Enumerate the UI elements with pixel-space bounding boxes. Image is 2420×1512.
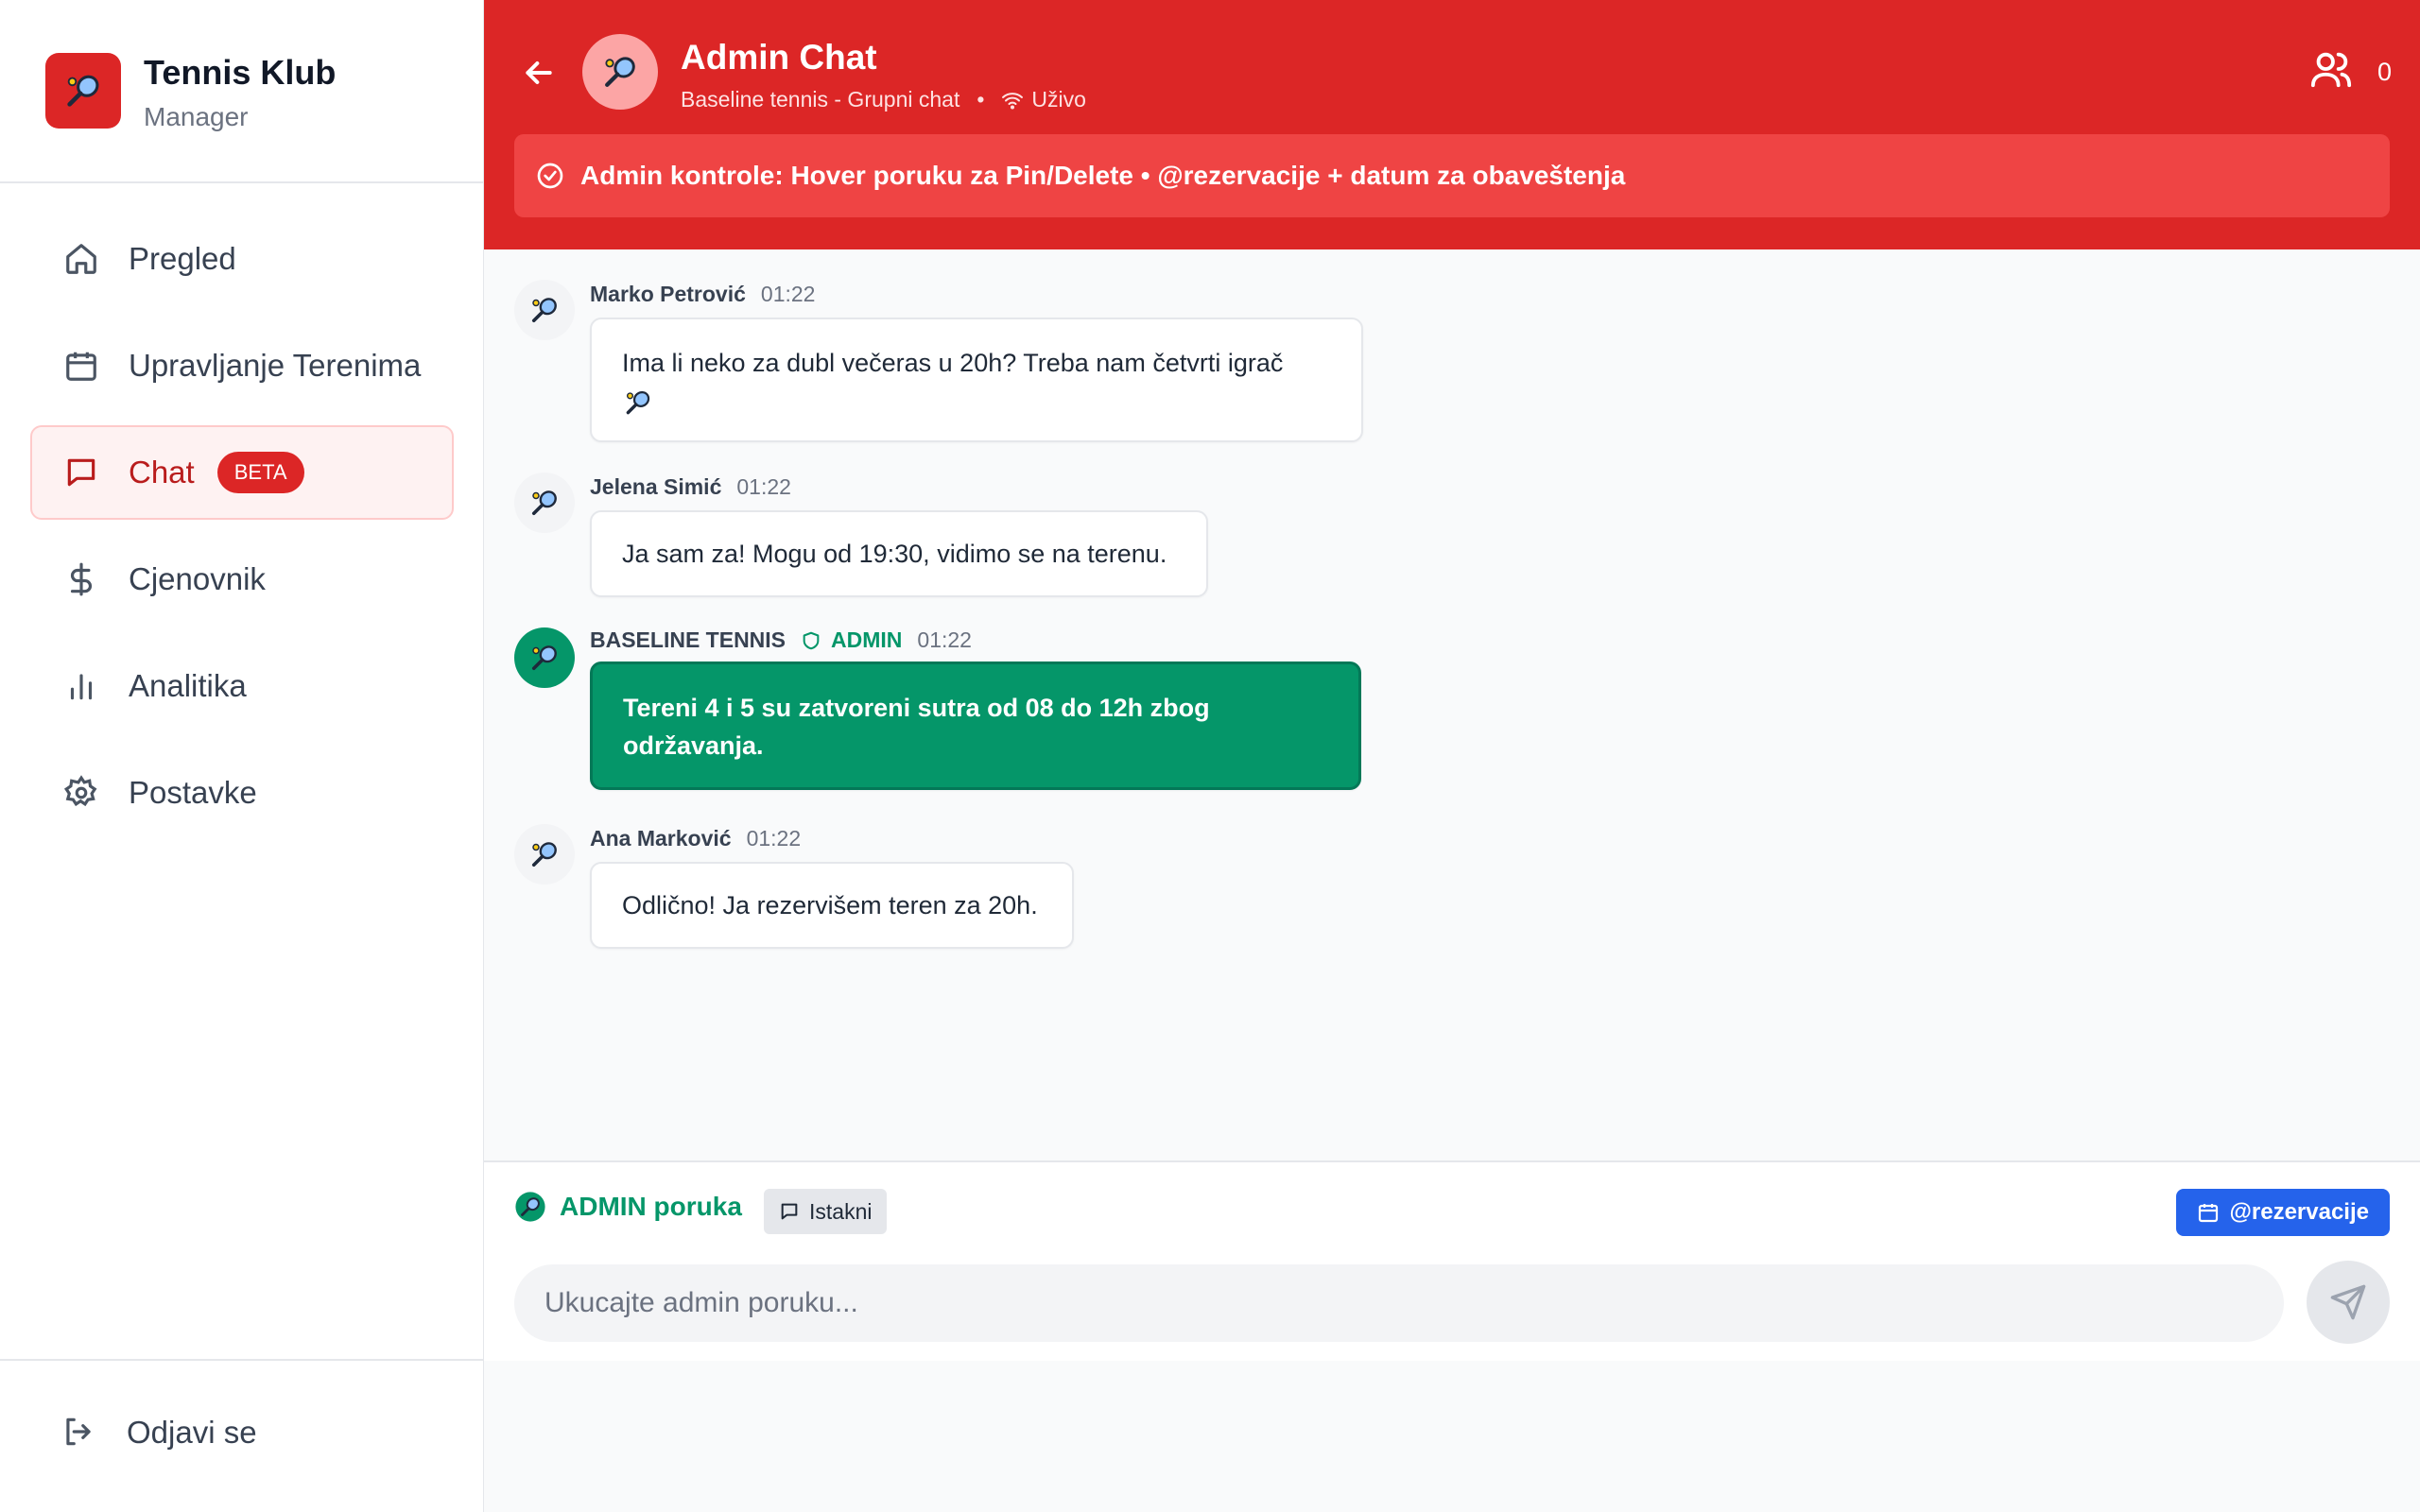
sidebar-item-tereni[interactable]: Upravljanje Terenima bbox=[30, 318, 454, 413]
message-time: 01:22 bbox=[736, 474, 791, 499]
message-text: Tereni 4 i 5 su zatvoreni sutra od 08 do… bbox=[623, 694, 1210, 760]
bar-chart-icon bbox=[62, 667, 100, 705]
sidebar-nav: Pregled Upravljanje Terenima Chat BETA C… bbox=[30, 212, 454, 852]
brand-title: Tennis Klub bbox=[144, 53, 337, 92]
logout-button[interactable]: Odjavi se bbox=[60, 1414, 257, 1452]
page-title: Admin Chat bbox=[681, 38, 877, 77]
message-author: BASELINE TENNIS bbox=[590, 627, 786, 652]
sidebar-item-label: Pregled bbox=[129, 241, 236, 276]
message-meta: Jelena Simić 01:22 bbox=[590, 474, 791, 500]
sidebar-item-postavke[interactable]: Postavke bbox=[30, 746, 454, 840]
reservations-label: @rezervacije bbox=[2229, 1199, 2369, 1225]
avatar bbox=[514, 627, 575, 688]
tennis-racket-icon bbox=[531, 490, 557, 516]
sidebar-item-label: Upravljanje Terenima bbox=[129, 348, 422, 383]
message-bubble-admin[interactable]: Tereni 4 i 5 su zatvoreni sutra od 08 do… bbox=[590, 662, 1361, 790]
shield-icon bbox=[803, 631, 820, 649]
avatar bbox=[514, 280, 575, 340]
sidebar-item-cjenovnik[interactable]: Cjenovnik bbox=[30, 532, 454, 627]
gear-icon bbox=[62, 774, 100, 812]
tennis-racket-icon bbox=[531, 645, 557, 671]
message-meta: BASELINE TENNIS ADMIN 01:22 bbox=[590, 627, 972, 653]
sidebar-item-pregled[interactable]: Pregled bbox=[30, 212, 454, 306]
calendar-icon bbox=[62, 347, 100, 385]
message-text: Ja sam za! Mogu od 19:30, vidimo se na t… bbox=[622, 540, 1167, 568]
tennis-racket-icon bbox=[605, 57, 635, 87]
member-count: 0 bbox=[2377, 58, 2392, 86]
sidebar-item-analitika[interactable]: Analitika bbox=[30, 639, 454, 733]
chat-header: Admin Chat Baseline tennis - Grupni chat… bbox=[484, 0, 2420, 249]
admin-banner-text: Admin kontrole: Hover poruku za Pin/Dele… bbox=[580, 161, 1626, 190]
dollar-icon bbox=[62, 560, 100, 598]
message-meta: Ana Marković 01:22 bbox=[590, 826, 801, 851]
sidebar-item-chat[interactable]: Chat BETA bbox=[30, 425, 454, 520]
message-text: Ima li neko za dubl večeras u 20h? Treba… bbox=[622, 349, 1284, 377]
message-bubble[interactable]: Ja sam za! Mogu od 19:30, vidimo se na t… bbox=[590, 510, 1208, 597]
admin-tag: ADMIN bbox=[801, 627, 902, 653]
message-time: 01:22 bbox=[760, 282, 816, 306]
sidebar-item-label: Postavke bbox=[129, 775, 257, 810]
send-icon bbox=[2330, 1284, 2366, 1320]
chat-bubble-icon bbox=[779, 1201, 800, 1222]
message-time: 01:22 bbox=[917, 627, 972, 652]
message-bubble[interactable]: Ima li neko za dubl večeras u 20h? Treba… bbox=[590, 318, 1363, 442]
tennis-racket-icon bbox=[531, 842, 557, 868]
brand-subtitle: Manager bbox=[144, 102, 249, 131]
message-author: Ana Marković bbox=[590, 826, 732, 850]
sidebar-item-label: Analitika bbox=[129, 668, 247, 703]
sidebar: Tennis Klub Manager Pregled Upravljanje … bbox=[0, 0, 484, 1512]
members-button[interactable]: 0 bbox=[2309, 47, 2392, 97]
users-icon bbox=[2309, 47, 2353, 97]
check-circle-icon bbox=[535, 161, 565, 191]
message-bubble[interactable]: Odlično! Ja rezervišem teren za 20h. bbox=[590, 862, 1074, 949]
message-text: Odlično! Ja rezervišem teren za 20h. bbox=[622, 891, 1038, 919]
tennis-racket-icon bbox=[45, 53, 121, 129]
message-input[interactable] bbox=[514, 1264, 2284, 1342]
sidebar-item-label: Chat bbox=[129, 455, 195, 490]
arrow-left-icon bbox=[526, 61, 552, 84]
chat-subtitle: Baseline tennis - Grupni chat • Uživo bbox=[681, 87, 1086, 112]
tennis-racket-icon bbox=[531, 298, 557, 323]
brand: Tennis Klub Manager bbox=[0, 0, 483, 183]
logout-icon bbox=[60, 1414, 98, 1452]
home-icon bbox=[62, 240, 100, 278]
logout-section: Odjavi se bbox=[0, 1359, 484, 1512]
reservations-mention-button[interactable]: @rezervacije bbox=[2176, 1189, 2390, 1236]
admin-mode-indicator: ADMIN poruka bbox=[514, 1191, 742, 1223]
back-button[interactable] bbox=[512, 49, 565, 96]
chat-avatar bbox=[582, 34, 658, 110]
admin-controls-banner: Admin kontrole: Hover poruku za Pin/Dele… bbox=[514, 134, 2390, 217]
tennis-racket-icon bbox=[626, 390, 650, 415]
highlight-label: Istakni bbox=[809, 1198, 873, 1224]
message-author: Jelena Simić bbox=[590, 474, 722, 499]
tennis-racket-icon bbox=[514, 1191, 546, 1223]
chat-group-name: Baseline tennis - Grupni chat bbox=[681, 87, 960, 112]
separator-dot: • bbox=[977, 87, 985, 112]
chat-bubble-icon bbox=[62, 454, 100, 491]
message-composer: ADMIN poruka Istakni @rezervacije bbox=[484, 1160, 2420, 1361]
calendar-icon bbox=[2197, 1201, 2220, 1224]
logout-label: Odjavi se bbox=[127, 1415, 257, 1450]
beta-badge: BETA bbox=[216, 452, 304, 493]
message-time: 01:22 bbox=[746, 826, 802, 850]
avatar bbox=[514, 824, 575, 885]
admin-mode-label: ADMIN poruka bbox=[560, 1192, 742, 1221]
avatar bbox=[514, 472, 575, 533]
chat-main: Admin Chat Baseline tennis - Grupni chat… bbox=[484, 0, 2420, 1512]
wifi-icon bbox=[1001, 89, 1024, 112]
highlight-toggle[interactable]: Istakni bbox=[764, 1189, 888, 1234]
live-status: Uživo bbox=[1031, 87, 1086, 112]
send-button[interactable] bbox=[2307, 1261, 2390, 1344]
message-meta: Marko Petrović 01:22 bbox=[590, 282, 815, 307]
admin-role-label: ADMIN bbox=[831, 627, 903, 652]
sidebar-item-label: Cjenovnik bbox=[129, 561, 266, 596]
message-author: Marko Petrović bbox=[590, 282, 746, 306]
